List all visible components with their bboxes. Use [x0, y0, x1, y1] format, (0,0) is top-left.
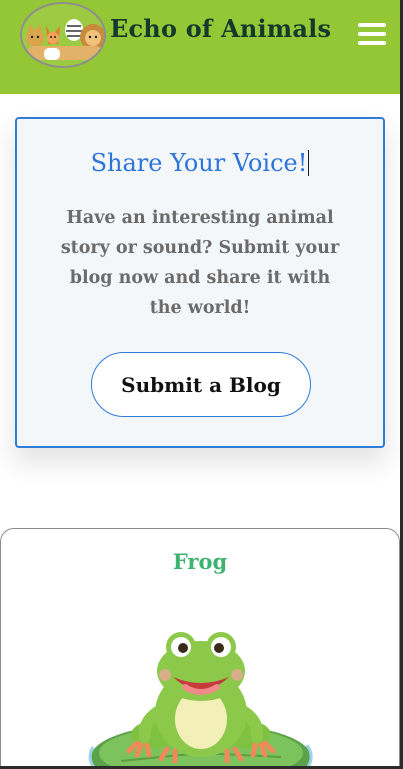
animal-card[interactable]: Frog	[0, 528, 400, 769]
navbar: Echo of Animals	[0, 0, 403, 94]
share-title: Share Your Voice!	[17, 149, 383, 177]
share-description: Have an interesting animal story or soun…	[60, 208, 340, 318]
brand-title[interactable]: Echo of Animals	[110, 14, 331, 43]
text-caret	[308, 150, 310, 176]
menu-bar	[358, 32, 386, 36]
frog-on-lily-pad-icon	[88, 632, 313, 769]
menu-bar	[358, 23, 386, 27]
menu-bar	[358, 41, 386, 45]
submit-blog-button[interactable]: Submit a Blog	[91, 352, 311, 417]
animals-logo-icon[interactable]	[20, 2, 106, 68]
share-title-text: Share Your Voice!	[90, 149, 308, 177]
animal-name: Frog	[172, 549, 228, 574]
share-voice-card: Share Your Voice! Have an interesting an…	[15, 117, 385, 448]
hamburger-menu-icon[interactable]	[358, 20, 386, 48]
